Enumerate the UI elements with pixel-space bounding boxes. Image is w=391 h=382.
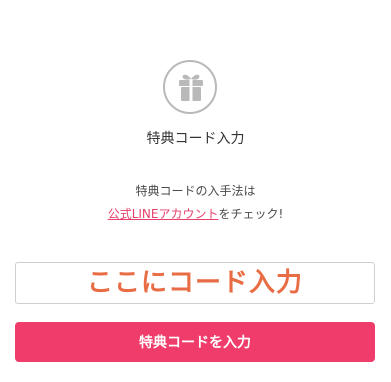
instruction-text: 特典コードの入手法は	[135, 184, 256, 198]
submit-code-button[interactable]: 特典コードを入力	[15, 322, 375, 362]
page-title: 特典コード入力	[146, 131, 245, 147]
instruction-line-2: 公式LINEアカウントをチェック!	[0, 205, 391, 222]
gift-icon	[179, 74, 203, 101]
instruction-suffix: をチェック!	[218, 207, 284, 221]
code-input[interactable]	[15, 262, 375, 304]
line-account-link[interactable]: 公式LINEアカウント	[108, 207, 219, 221]
gift-icon-circle	[163, 60, 217, 114]
